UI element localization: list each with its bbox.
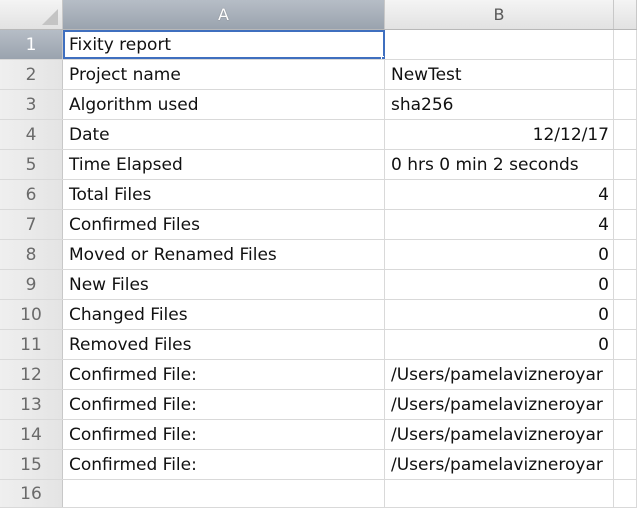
cell-b12[interactable]: /Users/pamelavizneroyar (385, 360, 614, 389)
cell-b14[interactable]: /Users/pamelavizneroyar (385, 420, 614, 449)
cell-b5[interactable]: 0 hrs 0 min 2 seconds (385, 150, 614, 179)
cell-b9[interactable]: 0 (385, 270, 614, 299)
cell-a11[interactable]: Removed Files (63, 330, 385, 359)
cell-text: Fixity report (69, 34, 172, 55)
table-row: 7 Confirmed Files 4 (0, 210, 637, 240)
cell-a14[interactable]: Confirmed File: (63, 420, 385, 449)
spreadsheet-grid: A B 1 Fixity report 2 Project name NewTe… (0, 0, 637, 510)
row-header[interactable]: 5 (0, 150, 63, 179)
table-row: 14 Confirmed File: /Users/pamelavizneroy… (0, 420, 637, 450)
table-row: 11 Removed Files 0 (0, 330, 637, 360)
table-row: 10 Changed Files 0 (0, 300, 637, 330)
cell-a1[interactable]: Fixity report (63, 30, 385, 59)
select-all-triangle-icon (42, 9, 58, 25)
row-header[interactable]: 10 (0, 300, 63, 329)
table-row: 15 Confirmed File: /Users/pamelavizneroy… (0, 450, 637, 480)
cell-b15[interactable]: /Users/pamelavizneroyar (385, 450, 614, 479)
row-header[interactable]: 7 (0, 210, 63, 239)
table-row: 12 Confirmed File: /Users/pamelavizneroy… (0, 360, 637, 390)
cell-b2[interactable]: NewTest (385, 60, 614, 89)
cell-c9[interactable] (614, 270, 637, 299)
cell-b1[interactable] (385, 30, 614, 59)
table-row: 16 (0, 480, 637, 508)
cell-c3[interactable] (614, 90, 637, 119)
cell-a16[interactable] (63, 480, 385, 507)
cell-a15[interactable]: Confirmed File: (63, 450, 385, 479)
table-row: 13 Confirmed File: /Users/pamelavizneroy… (0, 390, 637, 420)
table-row: 2 Project name NewTest (0, 60, 637, 90)
row-header[interactable]: 14 (0, 420, 63, 449)
row-header[interactable]: 6 (0, 180, 63, 209)
table-row: 6 Total Files 4 (0, 180, 637, 210)
cell-c11[interactable] (614, 330, 637, 359)
cell-c16[interactable] (614, 480, 637, 507)
cell-c1[interactable] (614, 30, 637, 59)
row-header[interactable]: 13 (0, 390, 63, 419)
cell-a7[interactable]: Confirmed Files (63, 210, 385, 239)
table-row: 4 Date 12/12/17 (0, 120, 637, 150)
cell-a2[interactable]: Project name (63, 60, 385, 89)
row-header[interactable]: 16 (0, 480, 63, 507)
cell-a10[interactable]: Changed Files (63, 300, 385, 329)
row-header[interactable]: 12 (0, 360, 63, 389)
grid-rows: 1 Fixity report 2 Project name NewTest 3… (0, 30, 637, 508)
select-all-corner[interactable] (0, 0, 63, 29)
row-header[interactable]: 8 (0, 240, 63, 269)
column-header-a[interactable]: A (63, 0, 385, 29)
cell-a5[interactable]: Time Elapsed (63, 150, 385, 179)
cell-c8[interactable] (614, 240, 637, 269)
cell-b11[interactable]: 0 (385, 330, 614, 359)
cell-c6[interactable] (614, 180, 637, 209)
cell-a6[interactable]: Total Files (63, 180, 385, 209)
cell-a13[interactable]: Confirmed File: (63, 390, 385, 419)
cell-a4[interactable]: Date (63, 120, 385, 149)
cell-c7[interactable] (614, 210, 637, 239)
row-header[interactable]: 2 (0, 60, 63, 89)
cell-c10[interactable] (614, 300, 637, 329)
row-header[interactable]: 9 (0, 270, 63, 299)
cell-c15[interactable] (614, 450, 637, 479)
cell-c14[interactable] (614, 420, 637, 449)
cell-b7[interactable]: 4 (385, 210, 614, 239)
cell-b16[interactable] (385, 480, 614, 507)
table-row: 3 Algorithm used sha256 (0, 90, 637, 120)
cell-b4[interactable]: 12/12/17 (385, 120, 614, 149)
row-header[interactable]: 15 (0, 450, 63, 479)
row-header[interactable]: 1 (0, 30, 63, 59)
column-header-row: A B (0, 0, 637, 30)
table-row: 9 New Files 0 (0, 270, 637, 300)
table-row: 8 Moved or Renamed Files 0 (0, 240, 637, 270)
cell-b6[interactable]: 4 (385, 180, 614, 209)
cell-a9[interactable]: New Files (63, 270, 385, 299)
column-header-b[interactable]: B (385, 0, 614, 29)
column-header-c[interactable] (614, 0, 637, 29)
cell-b3[interactable]: sha256 (385, 90, 614, 119)
cell-c2[interactable] (614, 60, 637, 89)
cell-b8[interactable]: 0 (385, 240, 614, 269)
row-header[interactable]: 4 (0, 120, 63, 149)
fill-handle[interactable] (381, 56, 384, 59)
table-row: 5 Time Elapsed 0 hrs 0 min 2 seconds (0, 150, 637, 180)
cell-c5[interactable] (614, 150, 637, 179)
cell-c4[interactable] (614, 120, 637, 149)
table-row: 1 Fixity report (0, 30, 637, 60)
cell-c12[interactable] (614, 360, 637, 389)
row-header[interactable]: 3 (0, 90, 63, 119)
row-header[interactable]: 11 (0, 330, 63, 359)
cell-c13[interactable] (614, 390, 637, 419)
cell-b13[interactable]: /Users/pamelavizneroyar (385, 390, 614, 419)
cell-a3[interactable]: Algorithm used (63, 90, 385, 119)
cell-a12[interactable]: Confirmed File: (63, 360, 385, 389)
cell-b10[interactable]: 0 (385, 300, 614, 329)
cell-a8[interactable]: Moved or Renamed Files (63, 240, 385, 269)
